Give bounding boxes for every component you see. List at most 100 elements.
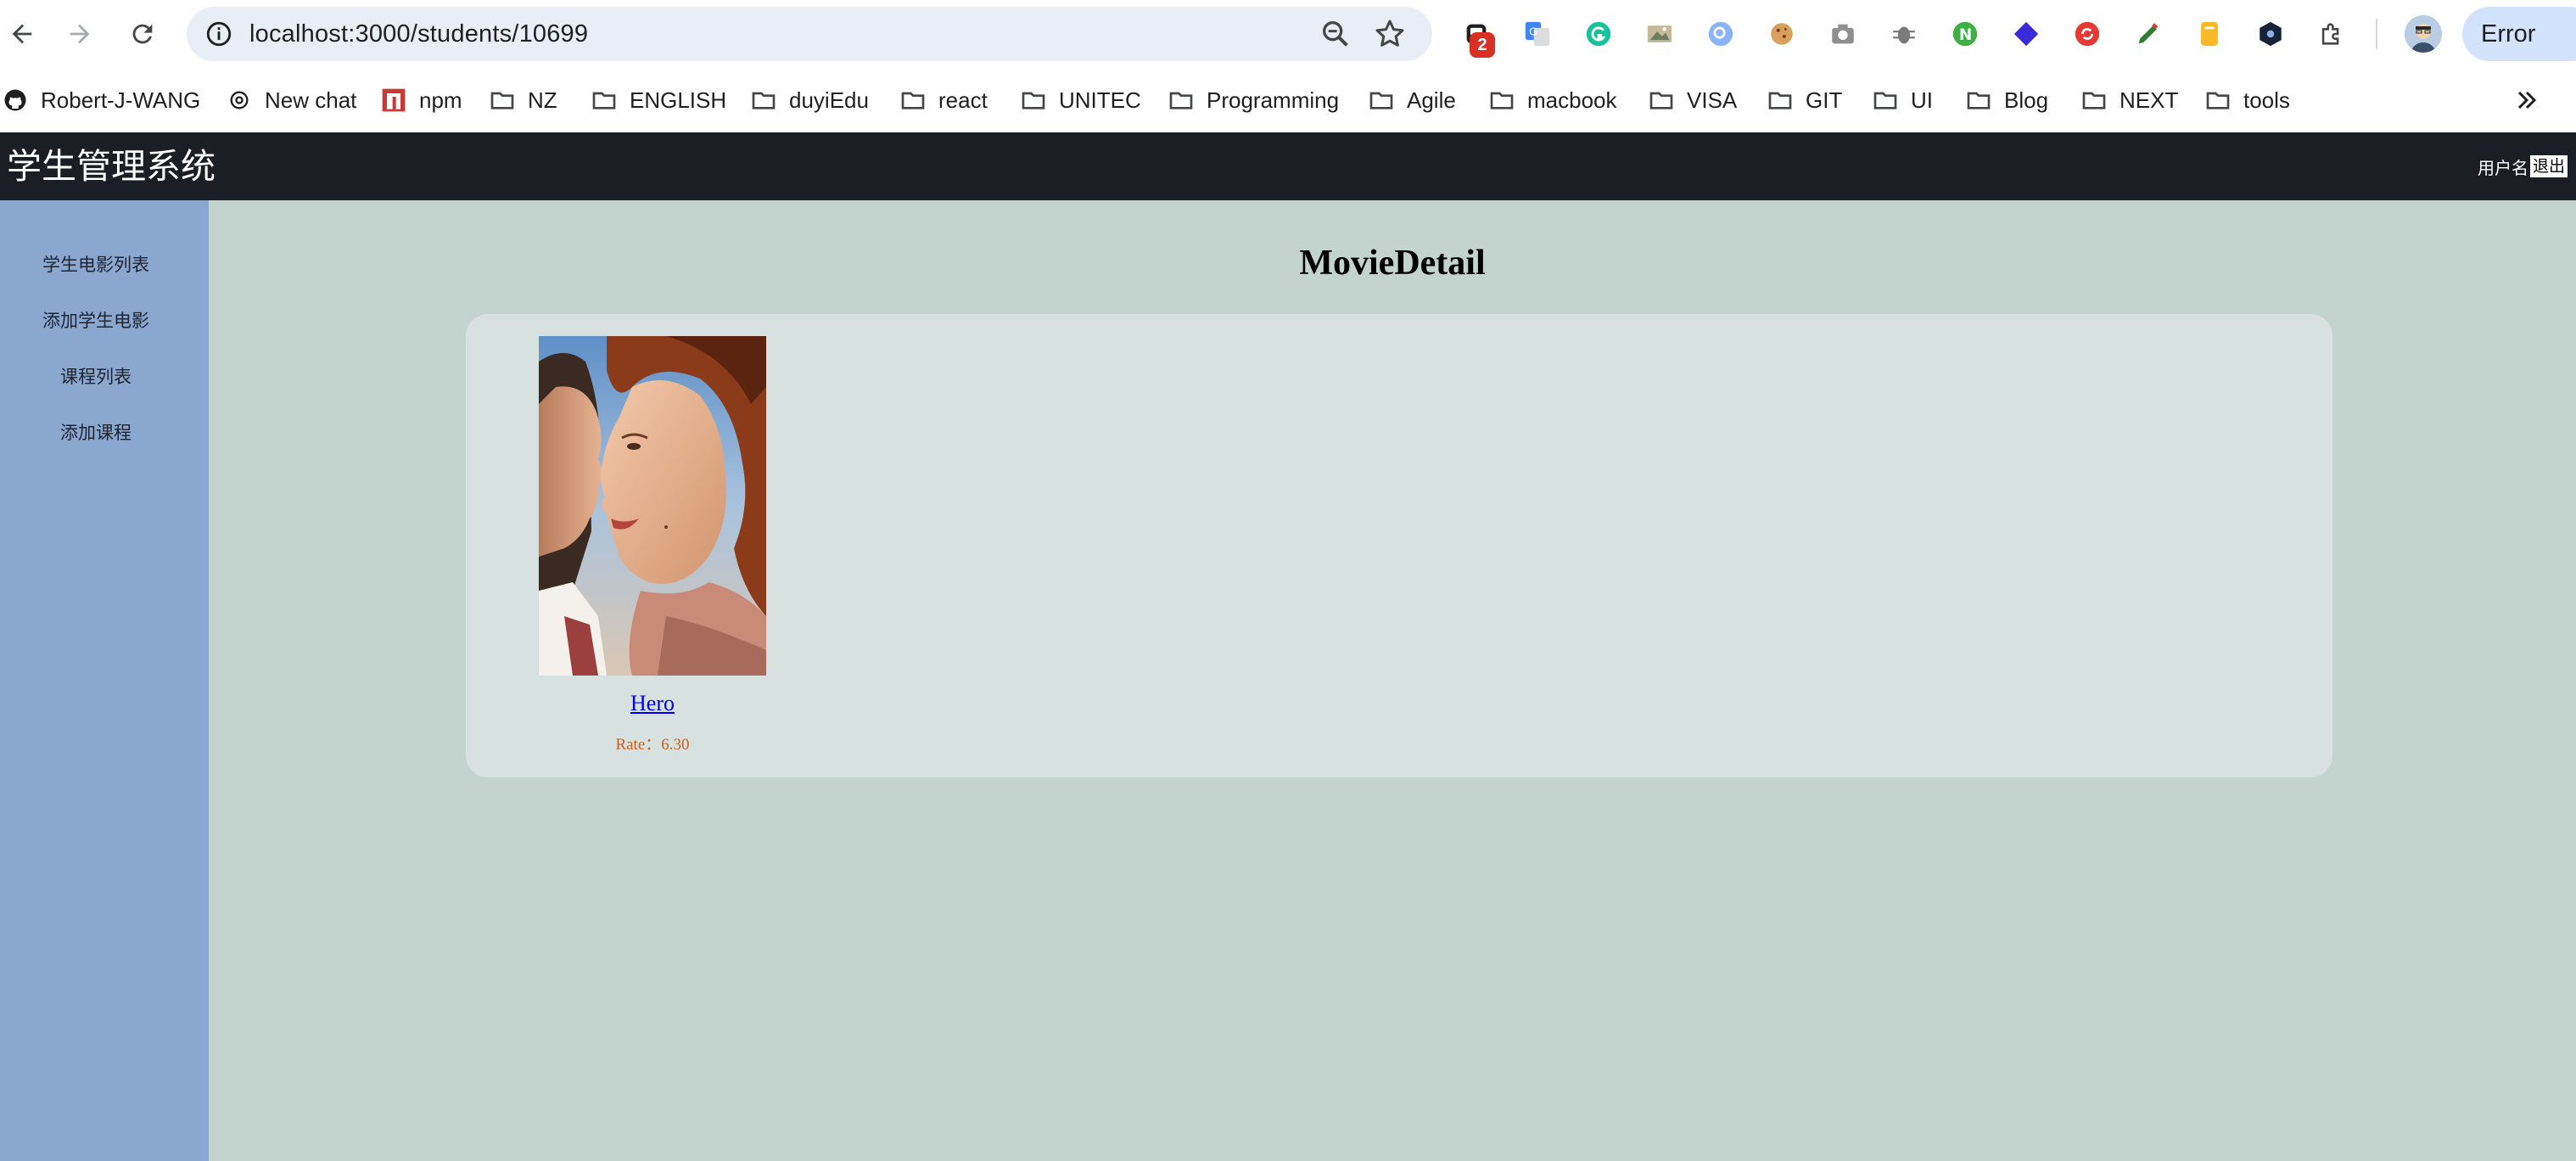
image-extension-icon[interactable] [1643, 17, 1677, 51]
bookmark-folder-visa[interactable]: VISA [1648, 68, 1737, 132]
folder-icon [1168, 87, 1195, 114]
google-translate-icon[interactable]: G [1520, 17, 1554, 51]
bookmark-label: UI [1911, 87, 1933, 113]
github-icon [2, 87, 29, 114]
bookmark-folder-react[interactable]: react [899, 68, 988, 132]
sidebar: 学生电影列表 添加学生电影 课程列表 添加课程 [0, 200, 209, 1161]
bookmark-label: NEXT [2120, 87, 2179, 113]
folder-icon [1368, 87, 1395, 114]
bookmark-label: ENGLISH [630, 87, 727, 113]
reload-icon [132, 24, 153, 44]
bookmark-folder-unitec[interactable]: UNITEC [1020, 68, 1141, 132]
camera-icon[interactable] [1826, 17, 1860, 51]
cookie-icon[interactable] [1765, 17, 1799, 51]
movie-poster[interactable] [539, 336, 766, 676]
bookmark-folder-agile[interactable]: Agile [1368, 68, 1456, 132]
folder-icon [1872, 87, 1899, 114]
bookmark-label: macbook [1527, 87, 1617, 113]
bookmark-folder-macbook[interactable]: macbook [1488, 68, 1617, 132]
pen-extension-icon[interactable] [2131, 17, 2165, 51]
sidebar-item-movie-list[interactable]: 学生电影列表 [0, 251, 192, 277]
bookmark-npm[interactable]: npm [380, 68, 462, 132]
sidebar-item-course-list[interactable]: 课程列表 [0, 363, 192, 389]
grammarly-icon[interactable] [1582, 17, 1616, 51]
profile-error-button[interactable]: Error [2462, 7, 2576, 61]
movie-title-link[interactable]: Hero [539, 691, 766, 716]
bookmark-folder-nz[interactable]: NZ [489, 68, 557, 132]
folder-icon [489, 87, 516, 114]
username-label: 用户名 [2477, 157, 2528, 178]
url-text[interactable]: localhost:3000/students/10699 [249, 7, 588, 61]
bookmark-robert-j-wang[interactable]: Robert-J-WANG [2, 68, 200, 132]
bookmark-folder-git[interactable]: GIT [1767, 68, 1842, 132]
svg-text:G: G [1529, 25, 1537, 38]
notes-yellow-icon[interactable] [2192, 17, 2226, 51]
puzzle-icon[interactable] [2315, 17, 2349, 51]
bookmark-star-icon[interactable] [1373, 17, 1407, 51]
svg-text:N: N [1959, 26, 1972, 44]
bookmark-label: Programming [1207, 87, 1340, 113]
arrow-right-icon [70, 24, 90, 44]
bookmark-folder-ui[interactable]: UI [1872, 68, 1933, 132]
folder-icon [1767, 87, 1794, 114]
reload-button[interactable] [120, 12, 165, 56]
folder-icon [899, 87, 927, 114]
app-header: 学生管理系统 用户名 退出 [0, 132, 2576, 200]
browser-toolbar: localhost:3000/students/10699 2 G N Erro… [0, 0, 2576, 68]
toolbar-separator [2376, 19, 2377, 49]
bookmark-folder-duyiedu[interactable]: duyiEdu [750, 68, 869, 132]
sync-extension-icon[interactable] [2070, 17, 2104, 51]
folder-icon [1965, 87, 1992, 114]
more-bookmarks-icon[interactable] [2512, 85, 2545, 115]
bookmark-folder-tools[interactable]: tools [2204, 68, 2290, 132]
bookmark-folder-english[interactable]: ENGLISH [591, 68, 726, 132]
sidebar-item-add-course[interactable]: 添加课程 [0, 419, 192, 445]
hexagon-extension-icon[interactable] [2254, 17, 2288, 51]
folder-icon [2080, 87, 2108, 114]
bookmark-label: VISA [1687, 87, 1738, 113]
folder-icon [750, 87, 777, 114]
openai-icon [226, 87, 253, 114]
error-label: Error [2481, 20, 2536, 48]
app-title: 学生管理系统 [7, 146, 216, 187]
forward-button[interactable] [58, 12, 102, 56]
bookmark-new-chat[interactable]: New chat [226, 68, 356, 132]
bookmark-label: New chat [265, 87, 357, 113]
movie-rate-label: Rate： [615, 736, 662, 754]
page-title: MovieDetail [1299, 244, 1486, 283]
bookmark-label: Blog [2004, 87, 2049, 113]
address-bar[interactable]: localhost:3000/students/10699 [187, 7, 1432, 61]
site-info-icon[interactable] [202, 17, 236, 51]
bookmark-folder-blog[interactable]: Blog [1965, 68, 2048, 132]
bookmark-label: npm [419, 87, 462, 113]
movie-detail-panel: Hero Rate：6.30 [466, 314, 2332, 777]
search-extension-icon[interactable] [1704, 17, 1738, 51]
logout-button[interactable]: 退出 [2529, 155, 2568, 177]
bookmark-label: UNITEC [1059, 87, 1141, 113]
folder-icon [2204, 87, 2232, 114]
user-area: 用户名 退出 [2478, 154, 2568, 178]
back-button[interactable] [0, 12, 44, 56]
npm-icon [380, 87, 407, 114]
folder-icon [1020, 87, 1047, 114]
folder-icon [1488, 87, 1515, 114]
bookmark-label: duyiEdu [789, 87, 869, 113]
arrow-left-icon [12, 24, 32, 44]
folder-icon [591, 87, 618, 114]
bookmark-folder-next[interactable]: NEXT [2080, 68, 2178, 132]
nodejs-extension-icon[interactable]: N [1948, 17, 1982, 51]
extension-badge: 2 [1470, 32, 1495, 58]
bookmark-label: Robert-J-WANG [41, 87, 201, 113]
movie-rate-value: 6.30 [661, 736, 690, 754]
zoom-icon[interactable] [1319, 17, 1352, 51]
bookmark-label: Agile [1407, 87, 1456, 113]
bookmark-label: tools [2243, 87, 2290, 113]
bookmark-label: react [938, 87, 988, 113]
bookmark-label: NZ [528, 87, 557, 113]
profile-avatar[interactable] [2405, 15, 2442, 53]
layers-extension-icon[interactable] [2009, 17, 2043, 51]
bookmark-folder-programming[interactable]: Programming [1168, 68, 1339, 132]
sidebar-item-add-movie[interactable]: 添加学生电影 [0, 307, 192, 333]
bookmark-label: GIT [1806, 87, 1843, 113]
bug-icon[interactable] [1887, 17, 1921, 51]
